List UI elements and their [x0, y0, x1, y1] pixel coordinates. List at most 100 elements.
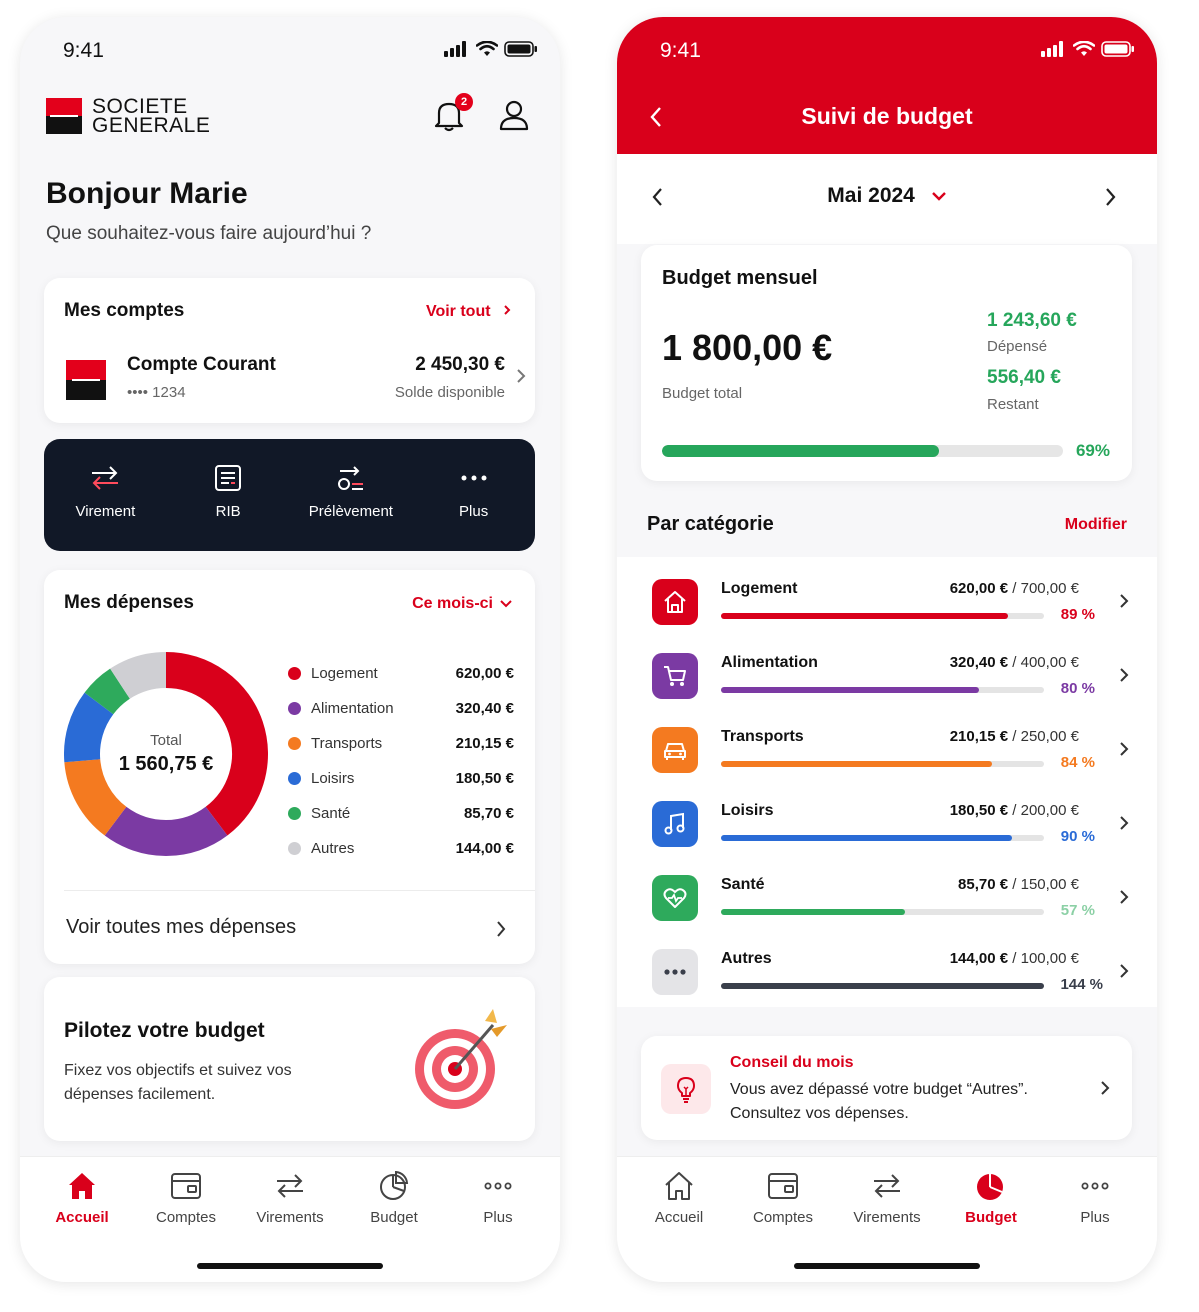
battery-icon: [504, 41, 537, 57]
legend-item: Alimentation 320,40 €: [288, 691, 514, 726]
quick-action-rib[interactable]: RIB: [167, 439, 290, 551]
budget-screen: 9:41 Suivi de budget Mai 2024 Budget men…: [617, 17, 1157, 1282]
expenses-title: Mes dépenses: [64, 592, 194, 613]
next-month-button[interactable]: [1103, 186, 1117, 208]
user-icon: [499, 100, 529, 131]
account-balance-label: Solde disponible: [394, 384, 505, 401]
budget-progress-percent: 69%: [1075, 441, 1110, 460]
category-list: Logement 620,00 € / 700,00 € 89 % Alimen…: [617, 557, 1157, 1007]
brand-logo: SOCIETE GENERALE: [46, 95, 211, 137]
status-bar: 9:41: [20, 17, 560, 83]
chevron-right-icon: [1120, 816, 1129, 830]
category-progress-bar: [721, 761, 1044, 767]
category-progress-bar: [721, 909, 1044, 915]
signal-icon: [1041, 41, 1063, 57]
brand-mark: [46, 98, 82, 134]
notifications-button[interactable]: 2: [431, 93, 473, 133]
home-indicator: [197, 1263, 383, 1269]
budget-title: Budget mensuel: [662, 267, 818, 289]
categories-title: Par catégorie: [647, 513, 774, 535]
page-title: Suivi de budget: [801, 103, 973, 129]
month-dropdown[interactable]: Mai 2024: [617, 184, 1157, 208]
direct-debit-icon: [337, 466, 363, 490]
category-progress-fill: [721, 761, 993, 767]
chevron-down-icon: [931, 192, 946, 202]
status-icons: [1041, 41, 1135, 57]
brand-name: SOCIETE GENERALE: [92, 95, 211, 137]
see-all-accounts-link[interactable]: Voir tout: [426, 303, 513, 321]
category-row-logement[interactable]: Logement 620,00 € / 700,00 € 89 %: [617, 564, 1157, 638]
category-progress-fill: [721, 909, 906, 915]
tab-accueil[interactable]: Accueil: [30, 1157, 134, 1282]
budget-spent-label: Dépensé: [987, 338, 1048, 355]
month-selector: Mai 2024: [617, 154, 1157, 244]
expenses-card: Mes dépenses Ce mois-ci Total 1 560,75 €…: [44, 570, 535, 964]
quick-action-transfer[interactable]: Virement: [44, 439, 167, 551]
tab-bar: Accueil Comptes Virements Budget Plus: [617, 1156, 1157, 1282]
category-row-transports[interactable]: Transports 210,15 € / 250,00 € 84 %: [617, 712, 1157, 786]
tab-plus[interactable]: Plus: [1043, 1157, 1147, 1282]
home-screen: 9:41 SOCIETE GENERALE 2 Bonjour Marie Qu…: [20, 17, 560, 1282]
category-icon: [652, 727, 698, 773]
accounts-title: Mes comptes: [64, 300, 185, 321]
notification-badge: 2: [455, 93, 473, 111]
legend-dot: [288, 702, 301, 715]
profile-button[interactable]: [496, 97, 532, 133]
category-row-autres[interactable]: Autres 144,00 € / 100,00 € 144 %: [617, 934, 1157, 1008]
budget-promo-card[interactable]: Pilotez votre budget Fixez vos objectifs…: [44, 977, 535, 1141]
legend-dot: [288, 737, 301, 750]
period-selector[interactable]: Ce mois-ci: [412, 595, 513, 613]
transfers-icon: [874, 1174, 900, 1198]
more-icon: [484, 1182, 512, 1190]
legend-dot: [288, 667, 301, 680]
budget-progress-bar: [662, 445, 1063, 457]
tip-title: Conseil du mois: [730, 1054, 854, 1071]
home-icon: [665, 1172, 693, 1200]
more-icon: [1081, 1182, 1109, 1190]
promo-text: Fixez vos objectifs et suivez vos dépens…: [64, 1062, 292, 1103]
category-progress-bar: [721, 687, 1044, 693]
promo-title: Pilotez votre budget: [64, 1019, 265, 1042]
modify-button[interactable]: Modifier: [1065, 516, 1127, 534]
account-logo: [66, 360, 106, 400]
category-icon: [652, 875, 698, 921]
legend-item: Transports 210,15 €: [288, 726, 514, 761]
house-icon: [664, 591, 686, 613]
tab-accueil[interactable]: Accueil: [627, 1157, 731, 1282]
category-row-alimentation[interactable]: Alimentation 320,40 € / 400,00 € 80 %: [617, 638, 1157, 712]
transfers-icon: [277, 1174, 303, 1198]
status-time: 9:41: [660, 39, 701, 62]
chevron-right-icon: [497, 921, 506, 937]
greeting-title: Bonjour Marie: [46, 177, 248, 210]
battery-icon: [1101, 41, 1134, 57]
category-row-sante[interactable]: Santé 85,70 € / 150,00 € 57 %: [617, 860, 1157, 934]
rib-icon: [215, 465, 242, 491]
legend-item: Santé 85,70 €: [288, 796, 514, 831]
category-row-loisirs[interactable]: Loisirs 180,50 € / 200,00 € 90 %: [617, 786, 1157, 860]
status-time: 9:41: [63, 39, 104, 62]
wifi-icon: [476, 41, 498, 56]
legend-dot: [288, 807, 301, 820]
quick-action-more[interactable]: Plus: [412, 439, 535, 551]
quick-action-direct-debit[interactable]: Prélèvement: [290, 439, 413, 551]
category-icon: [652, 801, 698, 847]
donut-center: Total 1 560,75 €: [64, 652, 268, 856]
chevron-right-icon: [1101, 1081, 1110, 1095]
chevron-right-icon: [1120, 594, 1129, 608]
heart-icon: [663, 888, 687, 908]
tip-card[interactable]: Conseil du mois Vous avez dépassé votre …: [641, 1036, 1132, 1140]
wifi-icon: [1073, 41, 1095, 56]
tip-text: Vous avez dépassé votre budget “Autres”.…: [730, 1081, 1028, 1122]
tab-plus[interactable]: Plus: [446, 1157, 550, 1282]
category-progress-fill: [721, 835, 1012, 841]
status-bar: 9:41: [617, 17, 1157, 83]
music-icon: [664, 812, 685, 835]
tab-bar: Accueil Comptes Virements Budget Plus: [20, 1156, 560, 1282]
quick-actions: Virement RIB Prélèvement Plus: [44, 439, 535, 551]
transfer-icon: [92, 466, 119, 490]
status-icons: [444, 41, 538, 57]
target-icon: [415, 1009, 507, 1109]
chevron-down-icon: [500, 600, 512, 608]
chevron-right-icon: [1120, 742, 1129, 756]
more-icon: [461, 475, 487, 481]
